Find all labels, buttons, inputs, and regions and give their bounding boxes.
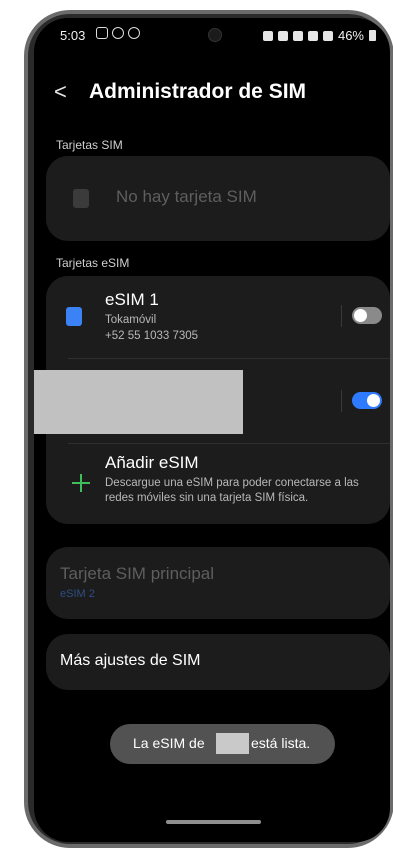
battery-percent: 46% <box>337 28 364 43</box>
divider <box>341 390 342 412</box>
add-esim-button[interactable]: Añadir eSIM Descargue una eSIM para pode… <box>46 444 390 524</box>
battery-icon <box>369 30 376 41</box>
toast-text-after: está lista. <box>251 735 311 751</box>
toast-text-before: La eSIM de <box>133 735 205 751</box>
esim-row-1[interactable]: eSIM 1 Tokamóvil +52 55 1033 7305 <box>46 276 390 358</box>
add-esim-description: Descargue una eSIM para poder conectarse… <box>105 477 359 504</box>
page-title: Administrador de SIM <box>89 80 307 103</box>
signal-icon <box>322 30 333 41</box>
more-sim-settings-button[interactable]: Más ajustes de SIM <box>46 634 390 690</box>
status-bar: 5:03 46% <box>34 18 390 54</box>
app-notification-icon <box>128 27 140 39</box>
primary-sim-value: eSIM 2 <box>60 588 95 600</box>
mute-icon <box>277 30 288 41</box>
primary-sim-card: Tarjeta SIM principal eSIM 2 <box>46 547 390 619</box>
gallery-notification-icon <box>96 27 108 39</box>
wifi-icon <box>292 30 303 41</box>
no-sim-text: No hay tarjeta SIM <box>116 187 257 206</box>
home-indicator[interactable] <box>166 820 261 824</box>
more-sim-settings-label: Más ajustes de SIM <box>60 652 201 669</box>
sim-card-icon <box>66 307 82 326</box>
lte-icon <box>307 30 318 41</box>
toast-message: La eSIM de está lista. <box>110 724 335 764</box>
sim-card-icon <box>73 189 89 208</box>
front-camera <box>208 28 222 42</box>
esim-1-toggle[interactable] <box>352 307 382 324</box>
section-label-esim: Tarjetas eSIM <box>56 256 130 270</box>
physical-sim-card: No hay tarjeta SIM <box>46 156 390 241</box>
app-header: < Administrador de SIM <box>34 78 390 118</box>
esim-number: +52 55 1033 7305 <box>105 330 199 342</box>
toggle-knob <box>354 309 367 322</box>
section-label-sim: Tarjetas SIM <box>56 138 123 152</box>
esim-name: eSIM 1 <box>105 290 159 309</box>
add-esim-title: Añadir eSIM <box>105 453 199 472</box>
status-time: 5:03 <box>60 28 86 43</box>
plus-icon <box>72 474 90 492</box>
screen: 5:03 46% < Administrador de SIM Tarjetas… <box>34 18 390 842</box>
esim-carrier: Tokamóvil <box>105 314 157 326</box>
lock-icon <box>262 30 273 41</box>
divider <box>341 305 342 327</box>
redacted-esim-info <box>34 370 243 434</box>
primary-sim-label: Tarjeta SIM principal <box>60 564 215 583</box>
system-icons: 46% <box>262 28 376 43</box>
chevron-left-icon[interactable]: < <box>54 80 67 104</box>
whatsapp-notification-icon <box>112 27 124 39</box>
toggle-knob <box>367 394 380 407</box>
notification-icons <box>96 27 140 39</box>
esim-2-toggle[interactable] <box>352 392 382 409</box>
redacted-carrier-name <box>216 733 249 754</box>
